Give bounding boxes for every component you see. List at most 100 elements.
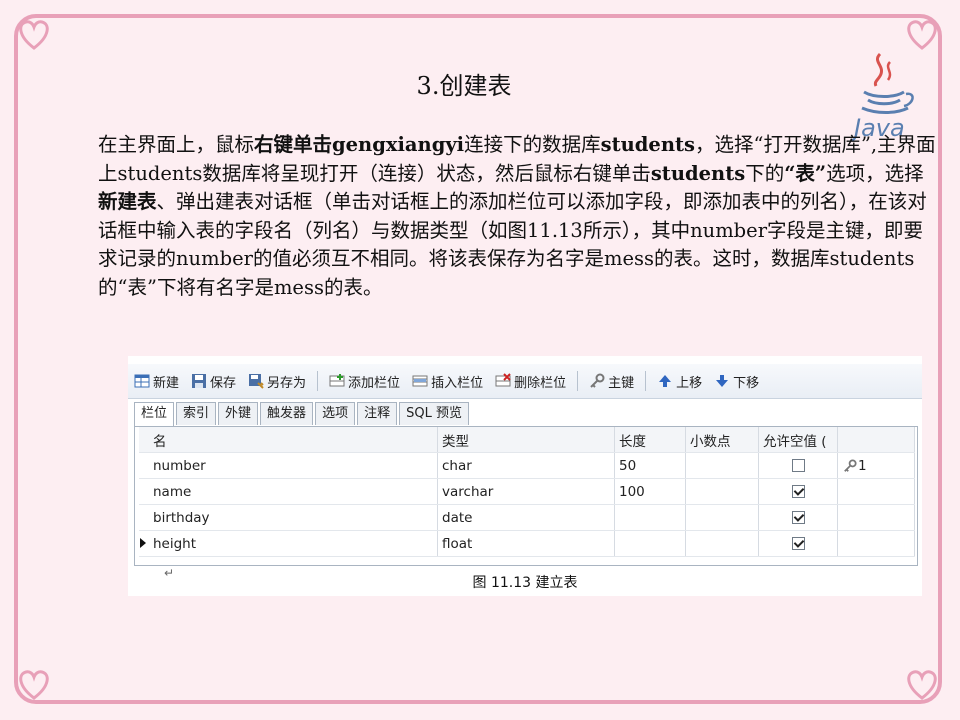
allow-null-checkbox[interactable] bbox=[791, 459, 805, 472]
cell-name[interactable]: name bbox=[149, 478, 438, 505]
column-header-key bbox=[837, 427, 915, 453]
new-button[interactable]: 新建 bbox=[128, 368, 185, 394]
row-marker bbox=[139, 478, 149, 505]
paragraph-run: 、弹出建表对话框（单击对话框上的添加栏位可以添加字段，即添加表中的列名），在该对… bbox=[98, 190, 927, 299]
body-paragraph: 在主界面上，鼠标右键单击gengxiangyi连接下的数据库students，选… bbox=[98, 131, 938, 302]
tab-comments[interactable]: 注释 bbox=[357, 402, 398, 425]
cell-type[interactable]: char bbox=[437, 452, 615, 479]
primary-key-label: 主键 bbox=[608, 375, 635, 391]
cell-nullable bbox=[758, 504, 838, 531]
new-table-icon bbox=[134, 373, 150, 389]
cell-key bbox=[837, 478, 915, 505]
row-marker bbox=[139, 504, 149, 531]
delete-field-icon bbox=[495, 373, 511, 389]
toolbar-divider bbox=[577, 371, 579, 391]
table-row[interactable]: number char 50 1 bbox=[139, 452, 915, 479]
current-row-arrow-icon bbox=[140, 537, 146, 548]
arrow-up-icon bbox=[657, 373, 673, 389]
cell-name[interactable]: height bbox=[149, 530, 438, 557]
insert-field-button[interactable]: 插入栏位 bbox=[406, 368, 489, 394]
cell-type[interactable]: float bbox=[437, 530, 615, 557]
row-marker bbox=[139, 452, 149, 479]
save-as-button[interactable]: 另存为 bbox=[242, 368, 312, 394]
column-header-length: 长度 bbox=[614, 427, 686, 453]
cell-key bbox=[837, 504, 915, 531]
column-header-type: 类型 bbox=[437, 427, 615, 453]
move-down-label: 下移 bbox=[733, 375, 760, 391]
paragraph-run: 下的 bbox=[745, 161, 785, 185]
cell-decimals[interactable] bbox=[685, 452, 759, 479]
new-label: 新建 bbox=[153, 375, 180, 391]
paragraph-run: 连接下的数据库 bbox=[464, 133, 601, 156]
fields-table: 名 类型 长度 小数点 允许空值 ( number char 50 1 name varc… bbox=[139, 427, 915, 557]
cell-type[interactable]: varchar bbox=[437, 478, 615, 505]
table-header-row: 名 类型 长度 小数点 允许空值 ( bbox=[139, 427, 915, 453]
cell-nullable bbox=[758, 452, 838, 479]
slide-title: 3.创建表 bbox=[416, 72, 512, 100]
delete-field-label: 删除栏位 bbox=[514, 375, 567, 391]
cell-type[interactable]: date bbox=[437, 504, 615, 531]
cell-decimals[interactable] bbox=[685, 530, 759, 557]
cell-nullable bbox=[758, 478, 838, 505]
save-as-label: 另存为 bbox=[267, 375, 307, 391]
tab-fields[interactable]: 栏位 bbox=[134, 402, 175, 427]
add-field-button[interactable]: 添加栏位 bbox=[323, 368, 406, 394]
cell-key bbox=[837, 530, 915, 557]
move-up-button[interactable]: 上移 bbox=[651, 368, 708, 394]
cell-length[interactable] bbox=[614, 530, 686, 557]
tab-options[interactable]: 选项 bbox=[315, 402, 356, 425]
toolbar-divider bbox=[645, 371, 647, 391]
cell-name[interactable]: number bbox=[149, 452, 438, 479]
cell-decimals[interactable] bbox=[685, 504, 759, 531]
tab-foreign-keys[interactable]: 外键 bbox=[218, 402, 259, 425]
tab-sql-preview[interactable]: SQL 预览 bbox=[399, 402, 469, 425]
cell-key: 1 bbox=[837, 452, 915, 479]
tab-indexes[interactable]: 索引 bbox=[176, 402, 217, 425]
table-designer-screenshot: 新建 保存 另存为 添加栏位 插入栏位 删除栏位 主键 上移 下移 栏位 索引 … bbox=[128, 356, 922, 596]
row-marker bbox=[139, 530, 149, 557]
column-header-decimals: 小数点 bbox=[685, 427, 759, 453]
table-row[interactable]: name varchar 100 bbox=[139, 478, 915, 505]
table-row[interactable]: height float bbox=[139, 530, 915, 557]
delete-field-button[interactable]: 删除栏位 bbox=[489, 368, 572, 394]
move-up-label: 上移 bbox=[676, 375, 703, 391]
paragraph-run: 新建表 bbox=[98, 190, 157, 213]
save-label: 保存 bbox=[210, 375, 237, 391]
paragraph-run: students bbox=[600, 133, 695, 156]
cell-length[interactable]: 50 bbox=[614, 452, 686, 479]
cell-length[interactable] bbox=[614, 504, 686, 531]
paragraph-run: 在主界面上，鼠标 bbox=[98, 133, 255, 156]
cell-length[interactable]: 100 bbox=[614, 478, 686, 505]
primary-key-order: 1 bbox=[858, 457, 867, 474]
table-row[interactable]: birthday date bbox=[139, 504, 915, 531]
heart-icon bbox=[14, 664, 54, 704]
heart-icon bbox=[902, 664, 942, 704]
column-header-name: 名 bbox=[149, 427, 438, 453]
allow-null-checkbox[interactable] bbox=[791, 511, 805, 524]
arrow-down-icon bbox=[714, 373, 730, 389]
figure-caption: 图 11.13 建立表 bbox=[472, 575, 578, 591]
allow-null-checkbox[interactable] bbox=[791, 537, 805, 550]
move-down-button[interactable]: 下移 bbox=[708, 368, 765, 394]
paragraph-run: “表” bbox=[784, 161, 827, 185]
save-as-icon bbox=[248, 373, 264, 389]
insert-field-icon bbox=[412, 373, 428, 389]
key-icon bbox=[589, 373, 605, 389]
primary-key-button[interactable]: 主键 bbox=[583, 368, 640, 394]
heart-icon bbox=[14, 14, 54, 54]
add-field-icon bbox=[329, 373, 345, 389]
fields-grid: 名 类型 长度 小数点 允许空值 ( number char 50 1 name varc… bbox=[134, 426, 918, 566]
cell-decimals[interactable] bbox=[685, 478, 759, 505]
add-field-label: 添加栏位 bbox=[348, 375, 401, 391]
save-icon bbox=[191, 373, 207, 389]
allow-null-checkbox[interactable] bbox=[791, 485, 805, 498]
cell-nullable bbox=[758, 530, 838, 557]
tab-triggers[interactable]: 触发器 bbox=[260, 402, 314, 425]
slide-frame: 3.创建表 Java 在主界面上，鼠标右键单击gengxiangyi连接下的数据… bbox=[14, 14, 942, 704]
toolbar-divider bbox=[317, 371, 319, 391]
cell-name[interactable]: birthday bbox=[149, 504, 438, 531]
paragraph-run: 右键单击gengxiangyi bbox=[254, 133, 465, 156]
save-button[interactable]: 保存 bbox=[185, 368, 242, 394]
designer-tabs: 栏位 索引 外键 触发器 选项 注释 SQL 预览 bbox=[134, 402, 471, 427]
column-header-nullable: 允许空值 ( bbox=[758, 427, 838, 453]
